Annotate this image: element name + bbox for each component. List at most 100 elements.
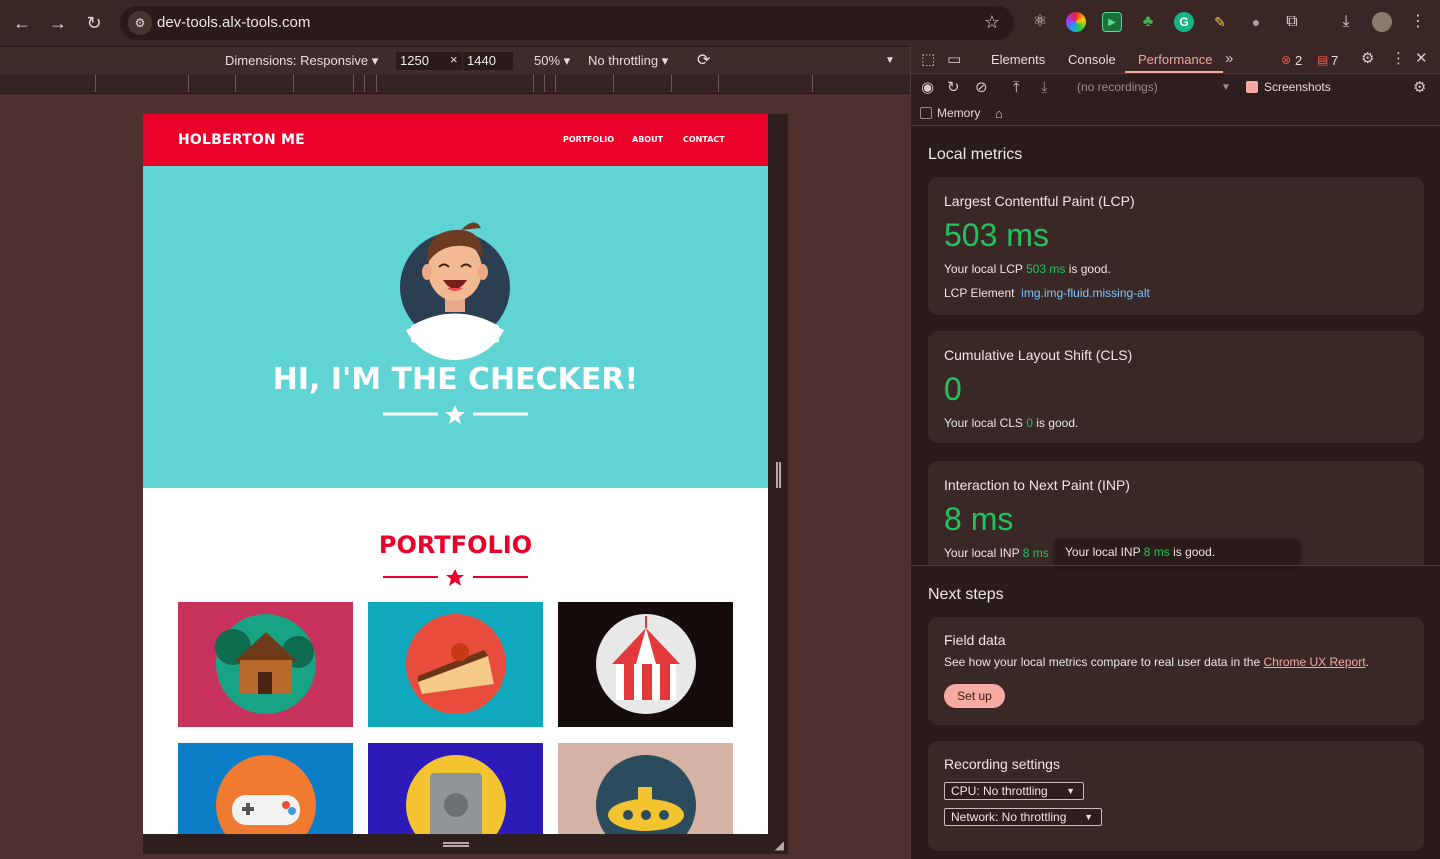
resize-corner-icon[interactable]: ◢ [775,838,784,852]
url-text[interactable]: dev-tools.alx-tools.com [157,14,310,31]
select-arrow-icon: ▼ [1066,786,1075,796]
close-devtools-icon[interactable]: ✕ [1415,50,1428,68]
devtools-panel: ⬚ ▭ Elements Console Performance » ⊗ 2 ▤… [910,46,1440,859]
back-icon[interactable]: ← [10,11,34,35]
nav-link-portfolio[interactable]: PORTFOLIO [563,135,614,144]
browser-toolbar: ← → ↻ ⚙ dev-tools.alx-tools.com ☆ ⚛ ▶ ♣ … [0,0,1440,46]
profile-avatar[interactable] [1372,12,1392,32]
record-icon[interactable]: ◉ [921,79,934,97]
inspect-element-icon[interactable]: ⬚ [921,51,935,69]
performance-toolbar: ◉ ↻ ⊘ ⤒ ⤓ (no recordings) ▼ Screenshots … [911,74,1440,126]
panel-splitter[interactable] [911,565,1440,566]
device-toggle-icon[interactable]: ▭ [947,51,961,69]
throttling-dropdown[interactable]: No throttling ▾ [588,53,668,69]
next-steps-heading: Next steps [928,586,1004,603]
portfolio-tile-game[interactable] [178,743,353,834]
lcp-title: Largest Contentful Paint (LCP) [944,193,1135,209]
ruler-tick [95,74,96,92]
settings-gear-icon[interactable]: ⚙ [1361,50,1374,68]
error-icon[interactable]: ⊗ [1281,51,1291,69]
forward-icon[interactable]: → [46,11,70,35]
reload-record-icon[interactable]: ↻ [947,79,960,97]
tab-elements[interactable]: Elements [991,52,1045,67]
cabin-icon [215,614,316,714]
zoom-dropdown[interactable]: 50% ▾ [534,53,570,69]
lcp-element-link[interactable]: img.img-fluid.missing-alt [1021,286,1150,300]
inp-description: Your local INP 8 ms [944,546,1049,560]
error-count[interactable]: 2 [1295,53,1302,68]
star-icon [446,569,464,586]
nav-link-about[interactable]: ABOUT [632,135,663,144]
recordings-dropdown-arrow-icon[interactable]: ▼ [1221,79,1231,97]
ruler-tick [188,74,189,92]
portfolio-divider [383,569,528,586]
emulated-page: HOLBERTON ME PORTFOLIO ABOUT CONTACT HI,… [143,114,768,834]
network-throttling-select[interactable]: Network: No throttling ▼ [944,808,1102,826]
browser-menu-icon[interactable]: ⋮ [1408,12,1428,32]
device-toolbar: Dimensions: Responsive ▾ 1250 × 1440 50%… [0,46,910,74]
tree-extension-icon[interactable]: ♣ [1138,12,1158,32]
rotate-icon[interactable]: ⟳ [697,50,710,70]
react-extension-icon[interactable]: ⚛ [1030,12,1050,32]
mouse-extension-icon[interactable]: ● [1246,12,1266,32]
portfolio-tile-safe[interactable] [368,743,543,834]
clear-icon[interactable]: ⊘ [975,79,988,97]
memory-checkbox[interactable] [920,107,932,119]
recording-settings-card: Recording settings CPU: No throttling ▼ N… [928,741,1424,851]
device-height-input[interactable]: 1440 [463,52,513,70]
cls-title: Cumulative Layout Shift (CLS) [944,347,1133,363]
cpu-throttling-select[interactable]: CPU: No throttling ▼ [944,782,1084,800]
ruler-tick [718,74,719,92]
times-sign: × [450,52,458,67]
upload-icon[interactable]: ⤒ [1013,79,1020,97]
portfolio-tile-cake[interactable] [368,602,543,727]
resize-grip-icon [443,842,469,847]
bookmark-star-icon[interactable]: ☆ [984,12,1000,33]
device-options-icon[interactable]: ▼ [885,55,895,66]
submarine-icon [596,755,696,834]
terminal-extension-icon[interactable]: ▶ [1102,12,1122,32]
css-extension-icon[interactable]: ✎ [1210,12,1230,32]
devtools-menu-icon[interactable]: ⋮ [1391,50,1406,68]
ruler-tick [613,74,614,92]
hero-title: HI, I'M THE CHECKER! [272,362,639,397]
device-resize-handle-bottom[interactable]: ◢ [143,834,788,854]
extensions-puzzle-icon[interactable]: ⧉ [1282,12,1302,32]
message-count[interactable]: 7 [1331,53,1338,68]
tab-performance[interactable]: Performance [1138,52,1212,67]
cls-card: Cumulative Layout Shift (CLS) 0 Your loc… [928,331,1424,443]
site-info-icon[interactable]: ⚙ [128,11,152,35]
cake-icon [406,614,506,714]
color-picker-extension-icon[interactable] [1066,12,1086,32]
garbage-collect-icon[interactable]: ⌂ [995,105,1003,123]
site-brand[interactable]: HOLBERTON ME [178,132,305,148]
local-metrics-heading: Local metrics [928,146,1023,163]
message-icon[interactable]: ▤ [1317,51,1328,69]
dimensions-dropdown[interactable]: Dimensions: Responsive ▾ [225,53,378,69]
inp-value: 8 ms [944,501,1014,537]
download-icon[interactable]: ⤓ [1336,12,1356,32]
media-query-ruler[interactable] [0,74,910,94]
ruler-tick [376,74,377,92]
set-up-button[interactable]: Set up [944,684,1005,708]
grammarly-extension-icon[interactable]: G [1174,12,1194,32]
ruler-tick [353,74,354,92]
select-arrow-icon: ▼ [1084,812,1093,822]
portfolio-tile-circus[interactable] [558,602,733,727]
resize-grip-icon [776,462,781,488]
chrome-ux-report-link[interactable]: Chrome UX Report [1264,655,1366,669]
recordings-dropdown[interactable]: (no recordings) [1077,80,1158,94]
download-profile-icon[interactable]: ⤓ [1041,79,1048,97]
screenshots-label: Screenshots [1264,80,1331,94]
portfolio-tile-submarine[interactable] [558,743,733,834]
nav-link-contact[interactable]: CONTACT [683,135,725,144]
ruler-tick [293,74,294,92]
capture-settings-icon[interactable]: ⚙ [1413,79,1426,97]
reload-icon[interactable]: ↻ [82,11,106,35]
portfolio-tile-cabin[interactable] [178,602,353,727]
device-resize-handle-right[interactable] [768,114,788,854]
more-tabs-icon[interactable]: » [1225,50,1233,68]
tab-console[interactable]: Console [1068,52,1116,67]
screenshots-checkbox[interactable] [1246,81,1258,93]
address-bar[interactable]: ⚙ dev-tools.alx-tools.com ☆ [120,6,1014,40]
